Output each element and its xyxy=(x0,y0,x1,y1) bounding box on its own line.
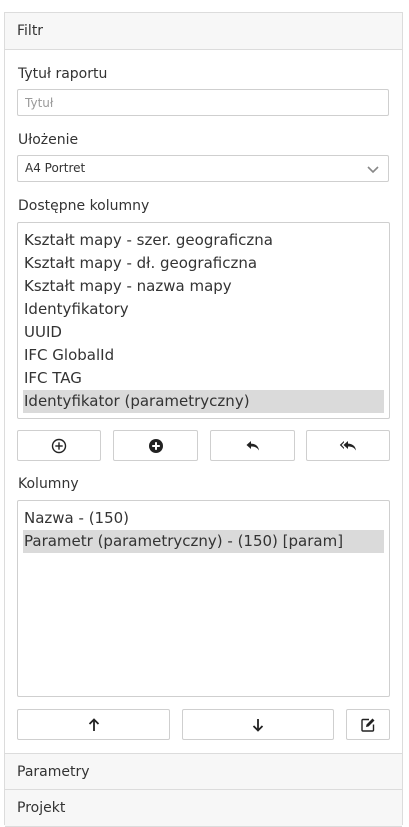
report-panel: Filtr Tytuł raportu Ułożenie A4 Portret … xyxy=(4,12,403,827)
arrow-down-icon xyxy=(252,718,264,732)
column-item-selected[interactable]: Parametr (parametryczny) - (150) [param] xyxy=(23,530,384,553)
report-title-input[interactable] xyxy=(17,89,389,116)
arrow-up-icon xyxy=(88,717,99,731)
columns-list[interactable]: Nazwa - (150) Parametr (parametryczny) -… xyxy=(17,500,390,697)
section-filter-title: Filtr xyxy=(17,23,44,39)
layout-select[interactable]: A4 Portret xyxy=(17,155,389,182)
available-column-item[interactable]: Kształt mapy - dł. geograficzna xyxy=(23,252,384,275)
available-columns-list[interactable]: Kształt mapy - szer. geograficzna Kształ… xyxy=(17,222,390,419)
available-column-item[interactable]: Identyfikatory xyxy=(23,298,384,321)
remove-selected-column-button[interactable] xyxy=(210,430,295,461)
add-selected-column-button[interactable] xyxy=(17,430,101,461)
chevron-down-icon xyxy=(367,166,379,174)
available-columns-label: Dostępne kolumny xyxy=(18,198,150,214)
available-column-item[interactable]: UUID xyxy=(23,321,384,344)
add-all-columns-button[interactable] xyxy=(113,430,198,461)
edit-column-button[interactable] xyxy=(346,709,390,740)
section-filter-header[interactable]: Filtr xyxy=(5,13,402,50)
remove-one-icon xyxy=(246,440,259,450)
available-column-item-selected[interactable]: Identyfikator (parametryczny) xyxy=(23,390,384,413)
move-column-down-button[interactable] xyxy=(182,709,334,740)
add-all-icon xyxy=(148,438,163,453)
remove-all-icon xyxy=(339,440,356,450)
columns-label: Kolumny xyxy=(18,476,79,492)
section-project-header[interactable]: Projekt xyxy=(5,790,402,827)
move-column-up-button[interactable] xyxy=(17,709,170,740)
layout-select-value: A4 Portret xyxy=(25,161,86,175)
layout-label: Ułożenie xyxy=(18,132,79,148)
column-item[interactable]: Nazwa - (150) xyxy=(23,507,384,530)
available-column-item[interactable]: IFC GlobalId xyxy=(23,344,384,367)
available-column-item[interactable]: Kształt mapy - nazwa mapy xyxy=(23,275,384,298)
remove-all-columns-button[interactable] xyxy=(306,430,390,461)
edit-icon xyxy=(361,718,375,732)
section-project-title: Projekt xyxy=(17,800,66,816)
report-title-label: Tytuł raportu xyxy=(18,66,108,82)
available-column-item[interactable]: Kształt mapy - szer. geograficzna xyxy=(23,229,384,252)
section-parameters-header[interactable]: Parametry xyxy=(5,753,402,790)
available-column-item[interactable]: IFC TAG xyxy=(23,367,384,390)
add-one-icon xyxy=(51,438,67,453)
section-parameters-title: Parametry xyxy=(17,764,90,780)
